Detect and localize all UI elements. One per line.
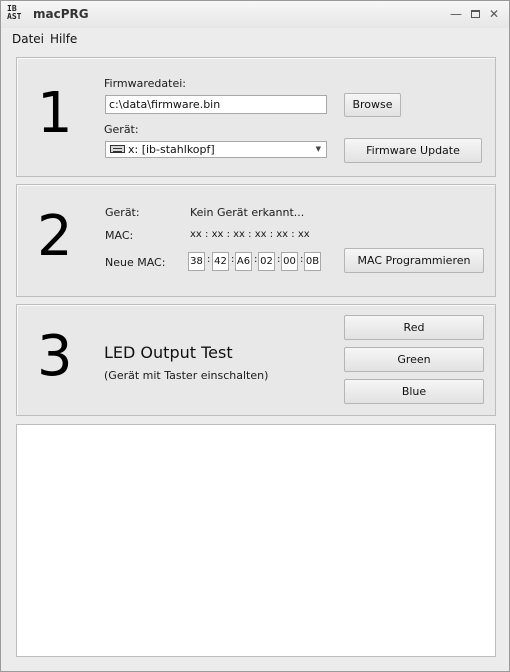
close-icon[interactable]: ✕ [487, 7, 501, 21]
current-mac-value: xx : xx : xx : xx : xx : xx [190, 229, 310, 240]
mac-octet-input[interactable]: 02 [258, 252, 275, 271]
app-logo-icon: IB AST [7, 4, 22, 21]
device-select[interactable]: x: [ib-stahlkopf] ▼ [105, 141, 327, 158]
device-label: Gerät: [104, 123, 139, 136]
firmware-file-label: Firmwaredatei: [104, 77, 186, 90]
mac-program-button[interactable]: MAC Programmieren [344, 248, 484, 273]
mac-octet-input[interactable]: A6 [235, 252, 252, 271]
blue-led-button[interactable]: Blue [344, 379, 484, 404]
window-title: macPRG [33, 7, 89, 21]
firmware-path-input[interactable]: c:\data\firmware.bin [105, 95, 327, 114]
log-output[interactable] [16, 424, 496, 657]
red-led-button[interactable]: Red [344, 315, 484, 340]
mac-octet-input[interactable]: 42 [212, 252, 229, 271]
main-window: IB AST macPRG — ✕ Datei Hilfe 1 Firmware… [0, 0, 510, 672]
mac-octet-input[interactable]: 38 [188, 252, 205, 271]
mac-separator: : [300, 254, 304, 265]
drive-icon [110, 145, 125, 153]
mac-panel: 2 Gerät: Kein Gerät erkannt... MAC: xx :… [16, 184, 496, 297]
new-mac-label: Neue MAC: [105, 256, 166, 269]
device-select-value: x: [ib-stahlkopf] [128, 143, 215, 156]
step-number-2: 2 [37, 204, 73, 269]
device-status: Kein Gerät erkannt... [190, 206, 305, 219]
chevron-down-icon: ▼ [315, 145, 321, 153]
mac-separator: : [207, 254, 211, 265]
mac-octet-input[interactable]: 0B [304, 252, 321, 271]
mac-separator: : [231, 254, 235, 265]
mac-label: MAC: [105, 229, 134, 242]
device-label: Gerät: [105, 206, 140, 219]
step-number-1: 1 [37, 81, 73, 146]
minimize-icon[interactable]: — [449, 7, 463, 21]
firmware-update-button[interactable]: Firmware Update [344, 138, 482, 163]
green-led-button[interactable]: Green [344, 347, 484, 372]
mac-separator: : [277, 254, 281, 265]
step-number-3: 3 [37, 324, 73, 389]
mac-separator: : [254, 254, 258, 265]
led-test-title: LED Output Test [104, 343, 233, 362]
new-mac-fields: 38 : 42 : A6 : 02 : 00 : 0B [188, 252, 328, 272]
menu-bar: Datei Hilfe [1, 28, 509, 50]
menu-hilfe[interactable]: Hilfe [50, 32, 77, 46]
firmware-panel: 1 Firmwaredatei: c:\data\firmware.bin Br… [16, 57, 496, 177]
mac-octet-input[interactable]: 00 [281, 252, 298, 271]
maximize-icon[interactable] [468, 7, 482, 21]
led-test-hint: (Gerät mit Taster einschalten) [104, 369, 269, 382]
menu-datei[interactable]: Datei [12, 32, 44, 46]
title-bar[interactable]: IB AST macPRG — ✕ [1, 1, 509, 28]
led-test-panel: 3 LED Output Test (Gerät mit Taster eins… [16, 304, 496, 416]
browse-button[interactable]: Browse [344, 93, 401, 117]
